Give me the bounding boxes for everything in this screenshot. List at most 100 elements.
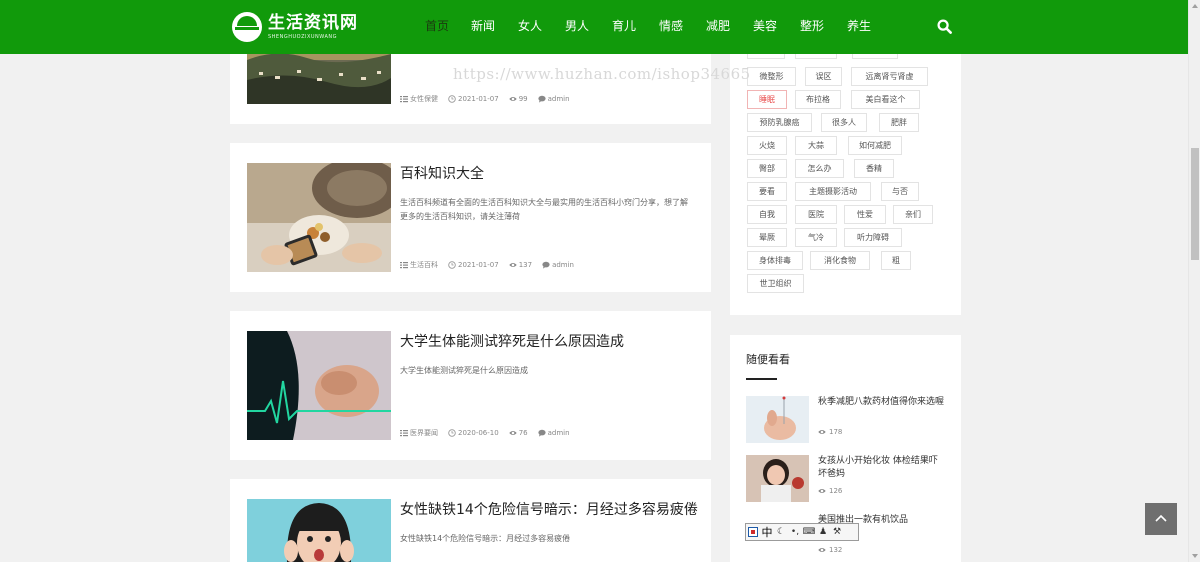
clock-icon xyxy=(448,95,456,103)
scroll-down-arrow-icon[interactable] xyxy=(1192,554,1198,558)
ime-toolbar[interactable]: 中 ☾ •, ⌨ ♟ ⚒ xyxy=(745,523,859,541)
keyboard-icon[interactable]: ⌨ xyxy=(802,527,816,537)
author-label: admin xyxy=(552,261,574,269)
tag-item[interactable]: 晕厥 xyxy=(747,228,787,247)
tag-item[interactable]: 如何减肥 xyxy=(848,136,902,155)
tag-item[interactable]: 误区 xyxy=(805,67,842,86)
article-thumbnail[interactable] xyxy=(247,331,391,440)
tag-item[interactable]: 医院 xyxy=(795,205,837,224)
search-icon[interactable] xyxy=(937,19,952,34)
tag-item-hot[interactable]: 睡眠 xyxy=(747,90,787,109)
tag-item[interactable]: 性爱 xyxy=(844,205,886,224)
article-thumbnail[interactable] xyxy=(247,163,391,272)
watermark-text: https://www.huzhan.com/ishop34665 xyxy=(453,65,751,83)
tag-item[interactable]: 火烧 xyxy=(747,136,787,155)
tag-item[interactable]: 臀部 xyxy=(747,159,787,178)
random-article-thumbnail[interactable] xyxy=(746,396,809,443)
comment-icon xyxy=(538,429,546,437)
nav-item-health[interactable]: 养生 xyxy=(847,0,894,54)
wrench-icon[interactable]: ⚒ xyxy=(830,527,844,537)
nav-item-beauty[interactable]: 美容 xyxy=(753,0,800,54)
article-card[interactable]: 大学生体能测试猝死是什么原因造成 大学生体能测试猝死是什么原因造成 医界要闻 2… xyxy=(230,311,711,460)
article-views: 76 xyxy=(508,429,528,437)
random-article-item[interactable]: 秋季减肥八款药材值得你来选喔 178 xyxy=(746,396,946,443)
ime-mode-toggle[interactable]: 中 xyxy=(760,524,774,540)
views-label: 76 xyxy=(518,429,528,437)
panel-heading: 随便看看 xyxy=(746,353,790,366)
date-label: 2021-01-07 xyxy=(458,95,499,103)
site-logo[interactable]: 生活资讯网 SHENGHUOZIXUNWANG xyxy=(232,11,358,43)
article-meta: 生活百科 2021-01-07 137 admin xyxy=(400,260,574,270)
article-thumbnail[interactable] xyxy=(247,499,391,562)
nav-item-men[interactable]: 男人 xyxy=(565,0,612,54)
article-card[interactable]: 百科知识大全 生活百科频道有全面的生活百科知识大全与最实用的生活百科小窍门分享，… xyxy=(230,143,711,292)
tag-item[interactable]: 美白看这个 xyxy=(851,90,920,109)
tag-item[interactable]: 亲们 xyxy=(893,205,933,224)
tag-item[interactable]: 远离肾亏肾虚 xyxy=(851,67,928,86)
nav-item-news[interactable]: 新闻 xyxy=(471,0,518,54)
page-scrollbar[interactable] xyxy=(1188,0,1200,562)
logo-emblem-icon xyxy=(232,12,262,42)
views-count: 126 xyxy=(829,487,843,495)
back-to-top-button[interactable] xyxy=(1145,503,1177,535)
tag-item[interactable]: 肥胖 xyxy=(879,113,919,132)
article-title[interactable]: 女性缺铁14个危险信号暗示：月经过多容易疲倦 xyxy=(400,499,698,519)
nav-item-women[interactable]: 女人 xyxy=(518,0,565,54)
random-article-thumbnail[interactable] xyxy=(746,455,809,502)
tag-item[interactable]: 气冷 xyxy=(795,228,837,247)
tag-item[interactable]: 很多人 xyxy=(821,113,867,132)
tag-item[interactable]: 主题摄影活动 xyxy=(795,182,871,201)
tag-item[interactable]: 怎么办 xyxy=(795,159,844,178)
article-category[interactable]: 女性保健 xyxy=(400,94,438,104)
category-label: 医界要闻 xyxy=(410,429,438,437)
article-category[interactable]: 生活百科 xyxy=(400,260,438,270)
ime-punctuation-toggle[interactable]: •, xyxy=(788,527,802,537)
article-title[interactable]: 大学生体能测试猝死是什么原因造成 xyxy=(400,331,624,351)
tag-item[interactable]: 听力障碍 xyxy=(844,228,902,247)
views-count: 132 xyxy=(829,546,843,554)
scrollbar-thumb[interactable] xyxy=(1191,148,1199,260)
article-card[interactable]: 女性缺铁14个危险信号暗示：月经过多容易疲倦 女性缺铁14个危险信号暗示：月经过… xyxy=(230,479,711,562)
views-label: 99 xyxy=(518,95,528,103)
scroll-up-arrow-icon[interactable] xyxy=(1192,4,1198,8)
tag-cloud-panel: 微整形 误区 远离肾亏肾虚 睡眠 布拉格 美白看这个 预防乳腺癌 很多人 肥胖 … xyxy=(730,40,961,315)
article-category[interactable]: 医界要闻 xyxy=(400,428,438,438)
nav-item-home[interactable]: 首页 xyxy=(425,0,471,54)
tag-item[interactable]: 预防乳腺癌 xyxy=(747,113,812,132)
eye-icon xyxy=(508,97,517,101)
top-navbar: 生活资讯网 SHENGHUOZIXUNWANG 首页 新闻 女人 男人 育儿 情… xyxy=(0,0,1188,54)
tag-item[interactable]: 身体排毒 xyxy=(747,251,803,270)
nav-item-weightloss[interactable]: 减肥 xyxy=(706,0,753,54)
clock-icon xyxy=(448,429,456,437)
tag-item[interactable]: 与否 xyxy=(881,182,919,201)
heading-underline xyxy=(746,378,777,380)
random-article-title[interactable]: 秋季减肥八款药材值得你来选喔 xyxy=(818,396,946,409)
heart-attack-image xyxy=(247,331,391,440)
random-article-item[interactable]: 女孩从小开始化妆 体检结果吓坏爸妈 126 xyxy=(746,455,946,502)
girl-photo-image xyxy=(746,455,809,502)
tag-item[interactable]: 世卫组织 xyxy=(747,274,804,293)
list-icon xyxy=(400,430,408,437)
tag-item[interactable]: 大蒜 xyxy=(795,136,837,155)
tag-item[interactable]: 香精 xyxy=(854,159,894,178)
moon-icon[interactable]: ☾ xyxy=(774,527,788,537)
tag-item[interactable]: 消化食物 xyxy=(810,251,870,270)
article-description: 生活百科频道有全面的生活百科知识大全与最实用的生活百科小窍门分享，想了解更多的生… xyxy=(400,198,688,221)
date-label: 2020-06-10 xyxy=(458,429,499,437)
nav-item-parenting[interactable]: 育儿 xyxy=(612,0,659,54)
tag-item[interactable]: 布拉格 xyxy=(795,90,841,109)
tag-item[interactable]: 要看 xyxy=(747,182,787,201)
article-author: admin xyxy=(542,261,574,269)
tag-item[interactable]: 微整形 xyxy=(747,67,796,86)
nav-item-emotion[interactable]: 情感 xyxy=(659,0,706,54)
ime-logo-icon[interactable] xyxy=(748,527,758,537)
random-article-title[interactable]: 女孩从小开始化妆 体检结果吓坏爸妈 xyxy=(818,455,946,481)
tag-item[interactable]: 自我 xyxy=(747,205,787,224)
article-title[interactable]: 百科知识大全 xyxy=(400,163,484,183)
views-label: 137 xyxy=(518,261,533,269)
list-icon xyxy=(400,96,408,103)
author-label: admin xyxy=(547,95,570,103)
tag-item[interactable]: 粗 xyxy=(881,251,911,270)
user-icon[interactable]: ♟ xyxy=(816,527,830,537)
nav-item-plastic[interactable]: 整形 xyxy=(800,0,847,54)
